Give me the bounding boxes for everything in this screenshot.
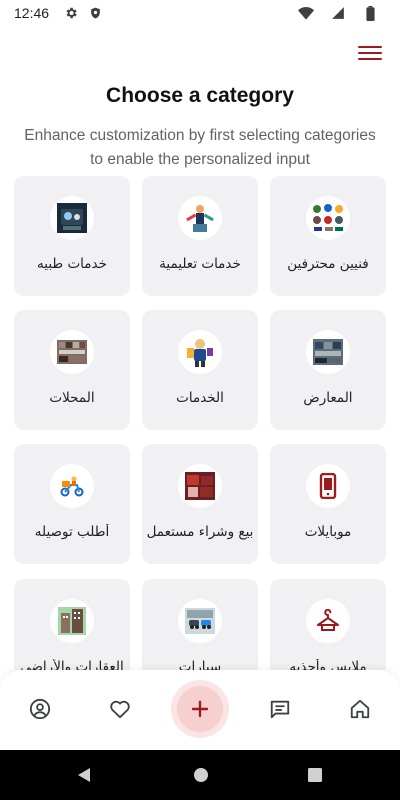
category-card-shops[interactable]: المحلات — [14, 310, 130, 430]
category-label: خدمات تعليمية — [159, 256, 241, 272]
category-label: العقارات والأراضي — [20, 659, 124, 670]
add-button-ring — [171, 680, 229, 738]
category-label: فنيين محترفين — [287, 256, 369, 272]
profile-icon[interactable] — [27, 696, 53, 722]
medical-photo-icon — [50, 196, 94, 240]
category-card-cars[interactable]: سيارات — [142, 579, 258, 670]
category-label: موبايلات — [304, 524, 352, 540]
home-circle-icon[interactable] — [193, 767, 209, 787]
category-grid[interactable]: فنيين محترفين خدمات تعليمية خدمات طبيه ا… — [0, 174, 400, 670]
category-label: بيع وشراء مستعمل — [146, 524, 254, 540]
category-label: سيارات — [178, 659, 222, 670]
category-label: ملابس وأحذيه — [289, 659, 367, 670]
bottom-navigation — [0, 670, 400, 750]
technicians-photo-icon — [306, 196, 350, 240]
page-title: Choose a category — [106, 84, 294, 107]
category-label: خدمات طبيه — [37, 256, 107, 272]
category-label: الخدمات — [176, 390, 224, 406]
category-card-delivery[interactable]: أطلب توصيله — [14, 444, 130, 564]
category-card-real-estate[interactable]: العقارات والأراضي — [14, 579, 130, 670]
system-navigation-bar — [0, 750, 400, 800]
delivery-scooter-icon — [50, 464, 94, 508]
real-estate-photo-icon — [50, 599, 94, 643]
category-card-technicians[interactable]: فنيين محترفين — [270, 176, 386, 296]
category-label: المعارض — [303, 390, 353, 406]
category-card-clothes-shoes[interactable]: ملابس وأحذيه — [270, 579, 386, 670]
chat-icon[interactable] — [267, 696, 293, 722]
shield-icon — [87, 5, 103, 21]
category-card-education[interactable]: خدمات تعليمية — [142, 176, 258, 296]
back-icon[interactable] — [77, 767, 91, 787]
add-icon[interactable] — [177, 686, 223, 732]
services-photo-icon — [178, 330, 222, 374]
category-label: أطلب توصيله — [34, 524, 110, 540]
home-icon[interactable] — [347, 696, 373, 722]
mobile-phone-icon — [306, 464, 350, 508]
category-card-services[interactable]: الخدمات — [142, 310, 258, 430]
recents-icon[interactable] — [308, 767, 322, 786]
category-label: المحلات — [49, 390, 95, 406]
education-photo-icon — [178, 196, 222, 240]
cellular-signal-icon — [330, 5, 346, 21]
hanger-icon — [306, 599, 350, 643]
heart-icon[interactable] — [107, 696, 133, 722]
category-card-showrooms[interactable]: المعارض — [270, 310, 386, 430]
wifi-icon — [298, 5, 314, 21]
category-card-medical[interactable]: خدمات طبيه — [14, 176, 130, 296]
battery-icon — [362, 5, 378, 21]
menu-icon[interactable] — [358, 42, 382, 64]
showrooms-photo-icon — [306, 330, 350, 374]
category-card-buy-sell-used[interactable]: بيع وشراء مستعمل — [142, 444, 258, 564]
page-subtitle: Enhance customization by first selecting… — [24, 127, 376, 168]
shops-photo-icon — [50, 330, 94, 374]
cars-photo-icon — [178, 599, 222, 643]
status-time: 12:46 — [14, 5, 50, 21]
status-bar: 12:46 — [0, 0, 400, 26]
category-card-mobiles[interactable]: موبايلات — [270, 444, 386, 564]
buy-sell-used-photo-icon — [178, 464, 222, 508]
settings-gear-icon — [63, 5, 79, 21]
